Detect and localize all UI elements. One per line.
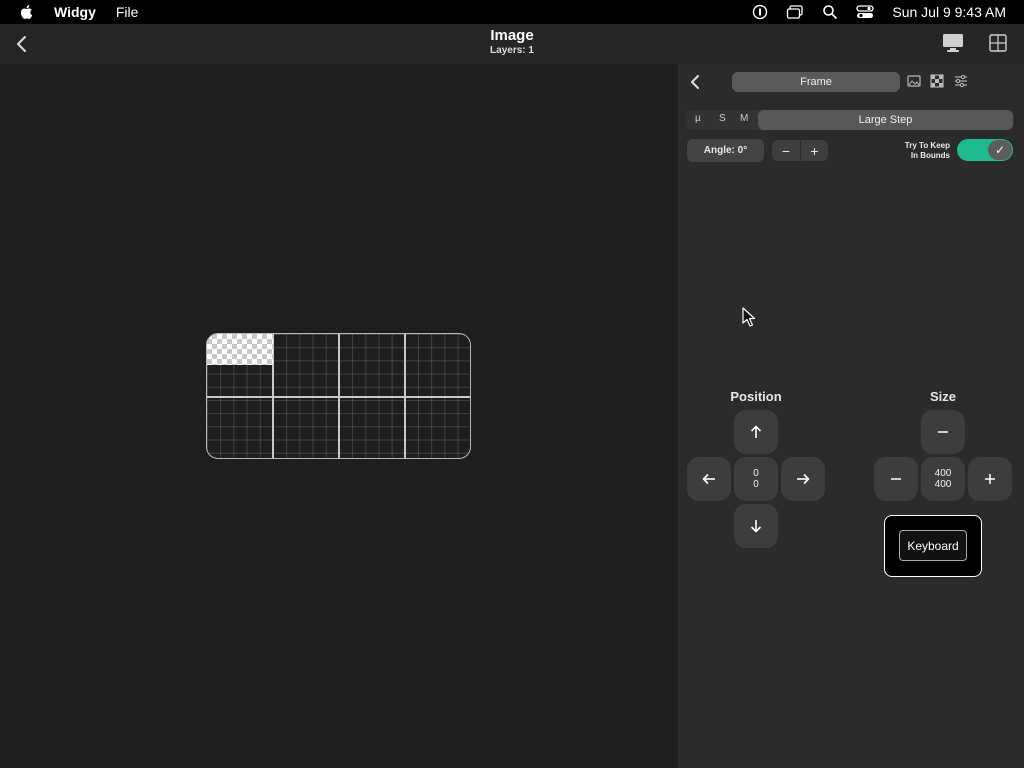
- header-title-group: Image Layers: 1: [0, 27, 1024, 57]
- step-size-selector: µ S M Large Step: [686, 110, 1014, 130]
- apple-logo-icon[interactable]: [18, 3, 36, 21]
- arrow-left-icon: [702, 473, 715, 485]
- width-decrease-button[interactable]: [874, 457, 918, 501]
- angle-decrease-button[interactable]: −: [772, 140, 800, 161]
- angle-button[interactable]: Angle: 0°: [687, 139, 764, 162]
- step-option-small[interactable]: S: [719, 113, 726, 124]
- inspector-panel: Frame µ S M Large Step Angle: 0° − + Try…: [678, 64, 1024, 768]
- tab-frame[interactable]: Frame: [732, 72, 900, 92]
- keep-in-bounds-label-line1: Try To Keep: [904, 141, 950, 150]
- layout-grid-icon[interactable]: [988, 33, 1008, 53]
- position-right-button[interactable]: [781, 457, 825, 501]
- position-label: Position: [730, 389, 782, 404]
- keep-in-bounds-label: Try To Keep In Bounds: [882, 141, 950, 161]
- size-label: Size: [929, 389, 956, 404]
- arrow-right-icon: [797, 473, 810, 485]
- size-width-value: 400: [934, 468, 952, 479]
- widget-frame[interactable]: [206, 333, 471, 459]
- file-menu[interactable]: File: [116, 4, 139, 20]
- step-option-medium[interactable]: M: [740, 113, 748, 124]
- plus-icon: [985, 474, 995, 484]
- arrow-up-icon: [750, 425, 762, 438]
- step-option-large[interactable]: Large Step: [758, 110, 1013, 130]
- sliders-icon[interactable]: [954, 74, 968, 88]
- menu-bar: Widgy File Sun Jul 9 9:43 AM: [0, 0, 1024, 24]
- position-value[interactable]: 0 0: [734, 457, 778, 501]
- keep-in-bounds-toggle[interactable]: ✓: [957, 139, 1013, 161]
- mouse-pointer-icon: [742, 307, 756, 327]
- panel-back-chevron-icon[interactable]: [686, 72, 704, 92]
- size-height-value: 400: [934, 479, 952, 490]
- position-y-value: 0: [753, 479, 759, 490]
- page-title: Image: [490, 27, 534, 44]
- position-down-button[interactable]: [734, 504, 778, 548]
- angle-stepper: − +: [772, 140, 828, 161]
- grid-line: [207, 396, 470, 398]
- position-left-button[interactable]: [687, 457, 731, 501]
- angle-increase-button[interactable]: +: [800, 140, 828, 161]
- height-decrease-button[interactable]: [921, 410, 965, 454]
- app-name-menu[interactable]: Widgy: [54, 4, 96, 20]
- window-stack-icon[interactable]: [786, 4, 804, 20]
- password-icon[interactable]: [752, 4, 768, 20]
- menu-clock[interactable]: Sun Jul 9 9:43 AM: [892, 4, 1006, 20]
- image-layer-placeholder[interactable]: [207, 334, 273, 365]
- app-header: Image Layers: 1: [0, 24, 1024, 64]
- search-icon[interactable]: [822, 4, 838, 20]
- arrow-down-icon: [750, 520, 762, 533]
- toggle-knob: ✓: [988, 140, 1012, 160]
- step-option-micro[interactable]: µ: [695, 113, 701, 124]
- image-icon[interactable]: [907, 74, 921, 88]
- menu-extras: Sun Jul 9 9:43 AM: [752, 0, 1006, 24]
- control-center-icon[interactable]: [856, 4, 875, 20]
- position-up-button[interactable]: [734, 410, 778, 454]
- width-increase-button[interactable]: [968, 457, 1012, 501]
- keep-in-bounds-label-line2: In Bounds: [910, 151, 950, 160]
- minus-icon: [938, 431, 948, 433]
- minus-icon: [891, 478, 901, 480]
- position-x-value: 0: [753, 468, 759, 479]
- layers-count: Layers: 1: [490, 45, 534, 56]
- checkerboard-icon[interactable]: [930, 74, 944, 88]
- size-value[interactable]: 400 400: [921, 457, 965, 501]
- keyboard-button[interactable]: Keyboard: [899, 530, 967, 561]
- monitor-icon[interactable]: [942, 33, 964, 53]
- canvas-area[interactable]: [0, 64, 678, 768]
- checkmark-icon: ✓: [994, 143, 1006, 157]
- keyboard-popup: Keyboard: [884, 515, 982, 577]
